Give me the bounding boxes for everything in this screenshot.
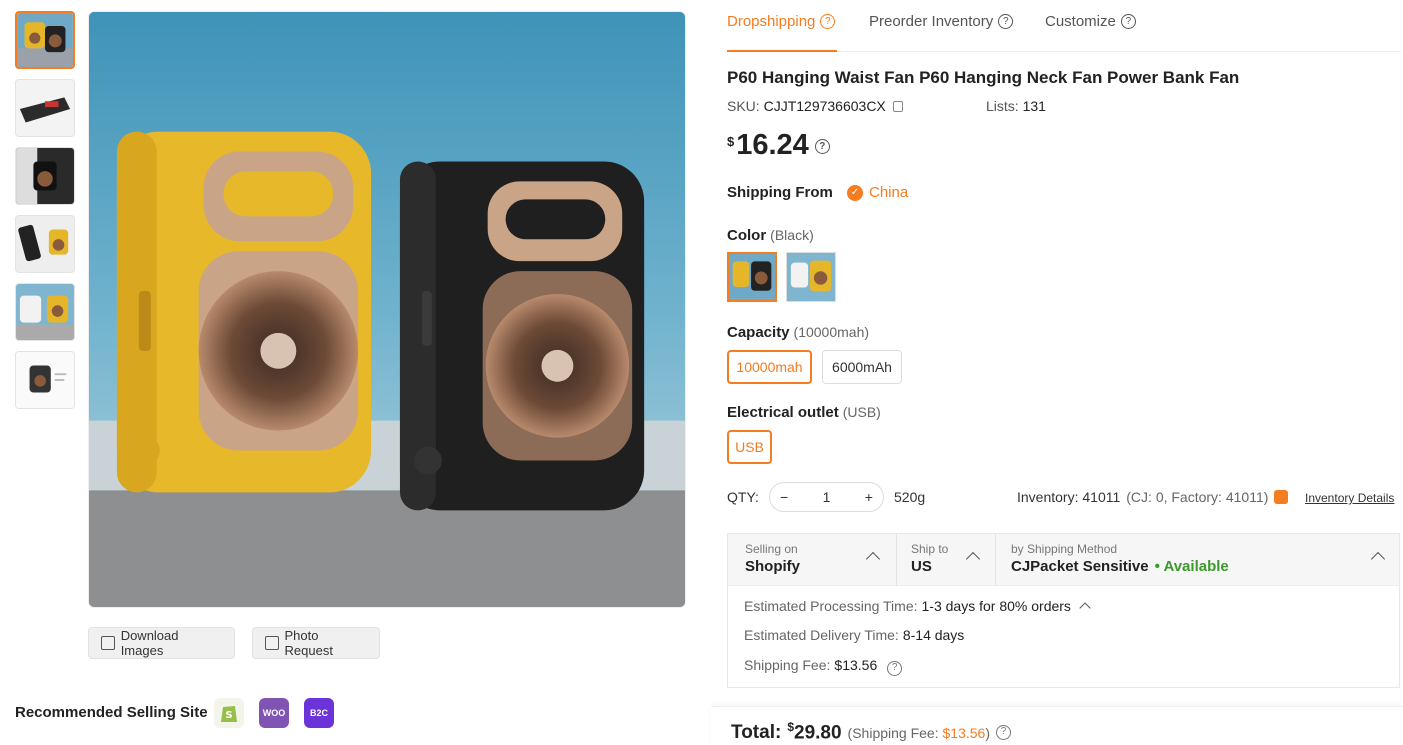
woocommerce-icon[interactable]: WOO — [259, 698, 289, 728]
capacity-option-10000mah[interactable]: 10000mah — [727, 350, 812, 384]
swatch-image — [787, 253, 835, 301]
help-icon[interactable]: ? — [996, 724, 1011, 740]
color-label: Color (Black) — [727, 227, 814, 244]
product-photo — [89, 12, 685, 607]
divider — [896, 534, 897, 586]
help-icon[interactable]: ? — [1120, 14, 1136, 29]
product-price: $ 16.24 ? — [727, 129, 830, 162]
capacity-label: Capacity (10000mah) — [727, 324, 870, 341]
thumbnail-image — [16, 352, 74, 408]
svg-text:S: S — [225, 710, 232, 721]
thumbnail-5[interactable] — [15, 283, 75, 341]
electrical-outlet-label: Electrical outlet (USB) — [727, 404, 881, 421]
recommended-selling-site-title: Recommended Selling Site — [15, 704, 208, 721]
decrement-button[interactable]: − — [780, 489, 788, 505]
sku-field: SKU: CJJT129736603CX — [727, 98, 903, 114]
warehouse-icon — [1274, 490, 1289, 504]
swatch-image — [729, 254, 775, 300]
lists-field: Lists: 131 — [986, 98, 1046, 114]
order-total: Total: $29.80 (Shipping Fee: $13.56) ? — [731, 720, 1011, 744]
video-icon — [265, 636, 279, 650]
shipping-fee: Shipping Fee: $13.56 ? — [744, 657, 903, 676]
download-images-button[interactable]: Download Images — [88, 627, 235, 659]
chevron-up-icon[interactable] — [1079, 602, 1091, 614]
ship-to-select[interactable]: Ship to US — [911, 542, 948, 575]
thumbnail-image — [17, 13, 73, 67]
tab-customize[interactable]: Customize? — [1045, 13, 1136, 30]
divider — [995, 534, 996, 586]
thumbnail-6[interactable] — [15, 351, 75, 409]
thumbnail-2[interactable] — [15, 79, 75, 137]
check-icon: ✓ — [847, 184, 863, 201]
help-icon[interactable]: ? — [998, 14, 1014, 29]
capacity-option-6000mah[interactable]: 6000mAh — [822, 350, 902, 384]
quantity-input[interactable]: 1 — [823, 489, 831, 505]
selling-on-select[interactable]: Selling on Shopify — [745, 542, 800, 575]
processing-time: Estimated Processing Time: 1-3 days for 8… — [744, 598, 1091, 614]
quantity-stepper[interactable]: − 1 + — [769, 482, 884, 512]
thumbnail-1[interactable] — [15, 11, 75, 69]
chevron-up-icon[interactable] — [1370, 551, 1386, 567]
tab-dropshipping[interactable]: Dropshipping? — [727, 13, 836, 30]
thumbnail-image — [16, 148, 74, 204]
qty-label: QTY: — [727, 489, 759, 505]
product-weight: 520g — [894, 489, 926, 505]
shipping-from-label: Shipping From — [727, 184, 833, 201]
tab-preorder-inventory[interactable]: Preorder Inventory? — [869, 13, 1014, 30]
thumbnail-image — [16, 284, 74, 340]
thumbnail-4[interactable] — [15, 215, 75, 273]
tab-active-indicator — [727, 50, 837, 52]
color-swatch-black[interactable] — [727, 252, 777, 302]
delivery-time: Estimated Delivery Time: 8-14 days — [744, 627, 965, 643]
shipping-from-option[interactable]: ✓ China — [847, 184, 908, 201]
shipping-panel: Selling on Shopify Ship to US by Shippin… — [727, 533, 1400, 688]
chevron-up-icon[interactable] — [965, 551, 981, 567]
download-icon — [101, 636, 115, 650]
shipping-header: Selling on Shopify Ship to US by Shippin… — [728, 534, 1399, 586]
help-icon[interactable]: ? — [887, 660, 903, 676]
inventory-details-link[interactable]: Inventory Details — [1305, 491, 1394, 505]
increment-button[interactable]: + — [865, 489, 873, 505]
product-title: P60 Hanging Waist Fan P60 Hanging Neck F… — [727, 68, 1240, 87]
color-swatch-yellow[interactable] — [786, 252, 836, 302]
help-icon[interactable]: ? — [820, 14, 836, 29]
wix-icon[interactable]: B2C — [304, 698, 334, 728]
main-product-image[interactable] — [88, 11, 686, 608]
inventory-info: Inventory: 41011 (CJ: 0, Factory: 41011) — [1017, 489, 1289, 505]
help-icon[interactable]: ? — [814, 139, 830, 154]
copy-icon[interactable] — [892, 101, 903, 112]
thumbnail-image — [16, 80, 74, 136]
availability-status: • Available — [1154, 558, 1229, 575]
thumbnail-3[interactable] — [15, 147, 75, 205]
chevron-up-icon[interactable] — [865, 551, 881, 567]
thumbnail-image — [16, 216, 74, 272]
shopify-icon[interactable]: S — [214, 698, 244, 728]
shipping-method-select[interactable]: by Shipping Method CJPacket Sensitive • A… — [1011, 542, 1229, 575]
photo-request-button[interactable]: Photo Request — [252, 627, 380, 659]
outlet-option-usb[interactable]: USB — [727, 430, 772, 464]
